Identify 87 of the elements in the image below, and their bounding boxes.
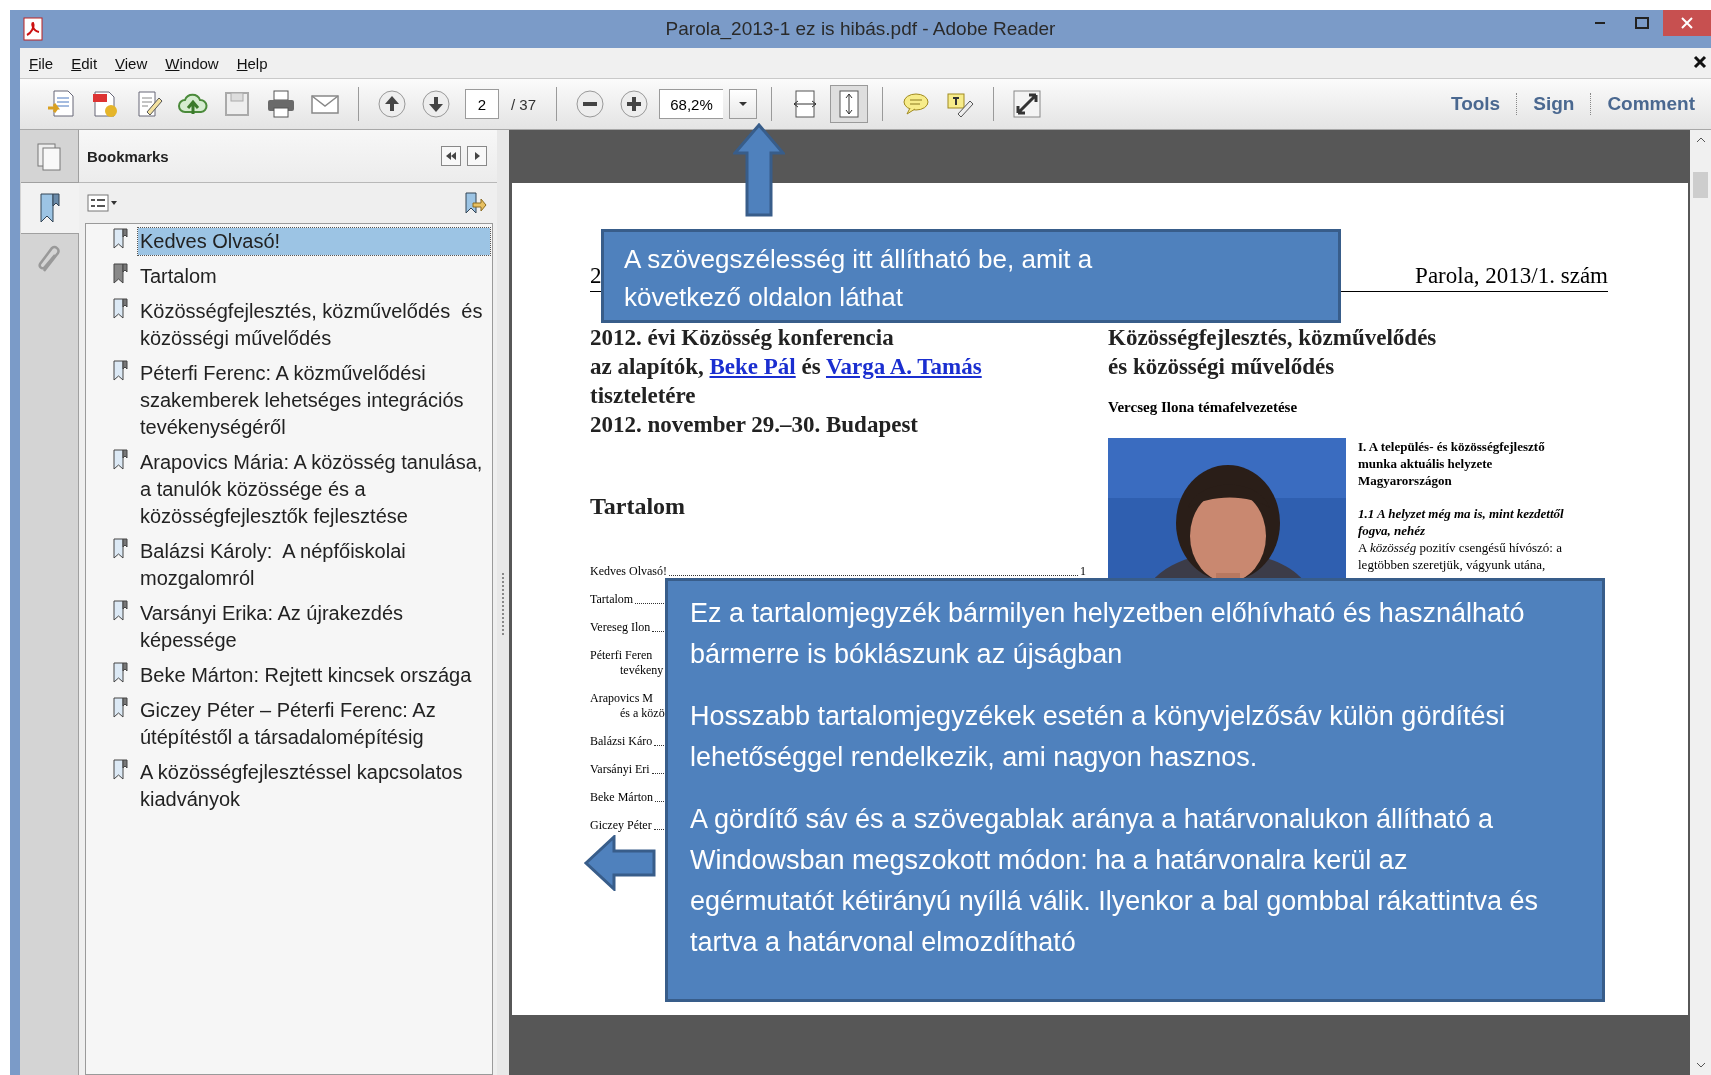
options-menu-button[interactable]: [87, 193, 119, 213]
bookmark-item[interactable]: Arapovics Mária: A közösség tanulása, a tanulók közössége és a közösségfejlesztők fejlesztése: [138, 449, 490, 530]
toc-entry[interactable]: Balázsi Káro: [590, 734, 653, 749]
window-title: Parola_2013-1 ez is hibás.pdf - Adobe Reader: [665, 18, 1056, 40]
bookmark-item[interactable]: Tartalom: [138, 263, 490, 290]
callout-text: Hosszabb tartalomjegyzékek esetén a könyvjelzősáv külön gördítési lehetőséggel rendelkezik, ami nagyon hasznos.: [690, 700, 1506, 774]
scrollbar[interactable]: [1690, 130, 1711, 1075]
page-count: / 37: [511, 95, 537, 113]
toc-entry[interactable]: Varsányi Eri: [590, 762, 650, 777]
panel-title: Bookmarks: [87, 147, 169, 165]
close-button[interactable]: [1663, 10, 1711, 36]
link[interactable]: Varga A. Tamás: [826, 354, 982, 379]
bookmark-icon: [112, 263, 128, 285]
collapse-panel-button[interactable]: [441, 146, 461, 166]
scroll-down-icon[interactable]: [1695, 1062, 1706, 1068]
bookmark-item[interactable]: Beke Márton: Rejtett kincsek országa: [138, 662, 490, 689]
heading-line: 2012. évi Közösség konferencia: [590, 324, 895, 352]
toc-entry[interactable]: Péterfi Feren: [590, 648, 653, 663]
minimize-icon: [1595, 22, 1605, 24]
scroll-up-icon[interactable]: [1695, 137, 1706, 143]
expand-panel-button[interactable]: [467, 146, 487, 166]
left-arrow: [584, 835, 656, 891]
body-text: A közösség pozitív csengésű hívószó: a legtöbben szeretjük, vágyunk utána,: [1358, 539, 1563, 573]
bookmark-icon: [112, 759, 128, 781]
toc-entry[interactable]: és a közö: [590, 706, 665, 721]
article-title-line: és közösségi művelődés: [1108, 353, 1336, 381]
bookmark-item[interactable]: Péterfi Ferenc: A közművelődési szakemberek lehetséges integrációs tevékenységéről: [138, 360, 490, 441]
toc-page-number: 1: [1080, 564, 1086, 579]
link[interactable]: Beke Pál: [709, 354, 796, 379]
toc-entry[interactable]: Kedves Olvasó!: [590, 564, 667, 579]
menu-item[interactable]: File: [20, 54, 63, 72]
pages-icon: [35, 141, 63, 171]
toc-heading: Tartalom: [590, 493, 687, 520]
bookmark-icon: [112, 662, 128, 684]
menu-item[interactable]: View: [106, 54, 157, 72]
bookmark-item[interactable]: Kedves Olvasó!: [138, 228, 490, 255]
close-document-icon[interactable]: [1693, 55, 1707, 69]
heading-line: tiszteletére: [590, 382, 697, 410]
toc-entry[interactable]: Giczey Péter: [590, 818, 652, 833]
zoom-field[interactable]: 68,2%: [659, 89, 724, 119]
page-number-field[interactable]: 2: [465, 89, 499, 119]
bookmark-item[interactable]: Varsányi Erika: Az újrakezdés képessége: [138, 600, 490, 654]
maximize-icon: [1635, 17, 1649, 29]
list-options-icon: [87, 193, 119, 213]
bookmark-icon: [112, 600, 128, 622]
journal-header: Parola, 2013/1. szám: [1415, 263, 1608, 289]
toc-entry[interactable]: Arapovics M: [590, 691, 653, 706]
toc-entry[interactable]: Vereseg Ilon: [590, 620, 651, 635]
splitter-grip-icon[interactable]: [501, 570, 505, 635]
bookmark-icon: [112, 228, 128, 250]
bookmark-icon: [112, 697, 128, 719]
close-icon: [1681, 17, 1693, 29]
double-arrow-left-icon: [445, 151, 457, 161]
bookmark-item[interactable]: Giczey Péter – Péterfi Ferenc: Az útépítéstől a társadalomépítésig: [138, 697, 490, 751]
bookmark-icon: [112, 538, 128, 560]
bookmark-icon: [112, 449, 128, 471]
heading-line: az alapítók, Beke Pál és Varga A. Tamás: [590, 353, 983, 381]
article-title-line: Közösségfejlesztés, közművelődés: [1108, 324, 1438, 352]
section-heading: I. A település- és közösségfejlesztő munka aktuális helyzete Magyarországon: [1358, 438, 1546, 489]
heading-line: 2012. november 29.–30. Budapest: [590, 411, 919, 439]
panel-link[interactable]: Comment: [1590, 93, 1711, 115]
page-number: 2: [590, 263, 602, 289]
bookmark-item[interactable]: A közösségfejlesztéssel kapcsolatos kiadványok: [138, 759, 490, 813]
toc-entry[interactable]: Tartalom: [590, 592, 634, 607]
menu-item[interactable]: Help: [227, 54, 277, 72]
panel-link[interactable]: Sign: [1516, 93, 1591, 115]
bookmark-item[interactable]: Balázsi Károly: A népfőiskolai mozgalomról: [138, 538, 490, 592]
arrow-right-icon: [473, 151, 481, 161]
bookmark-item[interactable]: Közösségfejlesztés, közművelődés és közösségi művelődés: [138, 298, 490, 352]
bookmarks-button[interactable]: [21, 182, 79, 234]
menu-item[interactable]: Window: [156, 54, 228, 72]
bookmark-icon: [112, 360, 128, 382]
menu-item[interactable]: Edit: [62, 54, 107, 72]
toc-entry[interactable]: Beke Márton: [590, 790, 653, 805]
caret-icon: [738, 101, 749, 107]
pdf-app-icon: [22, 17, 44, 41]
scroll-thumb[interactable]: [1693, 172, 1708, 198]
callout-text: A szövegszélesség itt állítható be, amit a következő oldalon láthat: [624, 243, 1094, 314]
callout-text: A gördítő sáv és a szövegablak aránya a határvonalukon állítható a Windowsban megszokott módon: ha a határvonalra kerül az egérmutatót kétirányú nyíllá válik. Ilyenkor a bal gombbal rákattintva és tartva a határvonal elmozdítható: [690, 803, 1539, 959]
zoom-dropdown[interactable]: [729, 89, 758, 119]
toc-entry[interactable]: tevékeny: [590, 663, 664, 678]
new-bookmark-button[interactable]: [463, 191, 487, 215]
panel-link[interactable]: Tools: [1434, 93, 1517, 115]
byline: Vercseg Ilona témafelvezetése: [1108, 399, 1299, 416]
bookmark-icon: [112, 298, 128, 320]
bookmark-arrow-icon: [463, 191, 487, 215]
callout-text: Ez a tartalomjegyzék bármilyen helyzetben előhívható és használható bármerre is bóklászunk az újságban: [690, 597, 1526, 671]
